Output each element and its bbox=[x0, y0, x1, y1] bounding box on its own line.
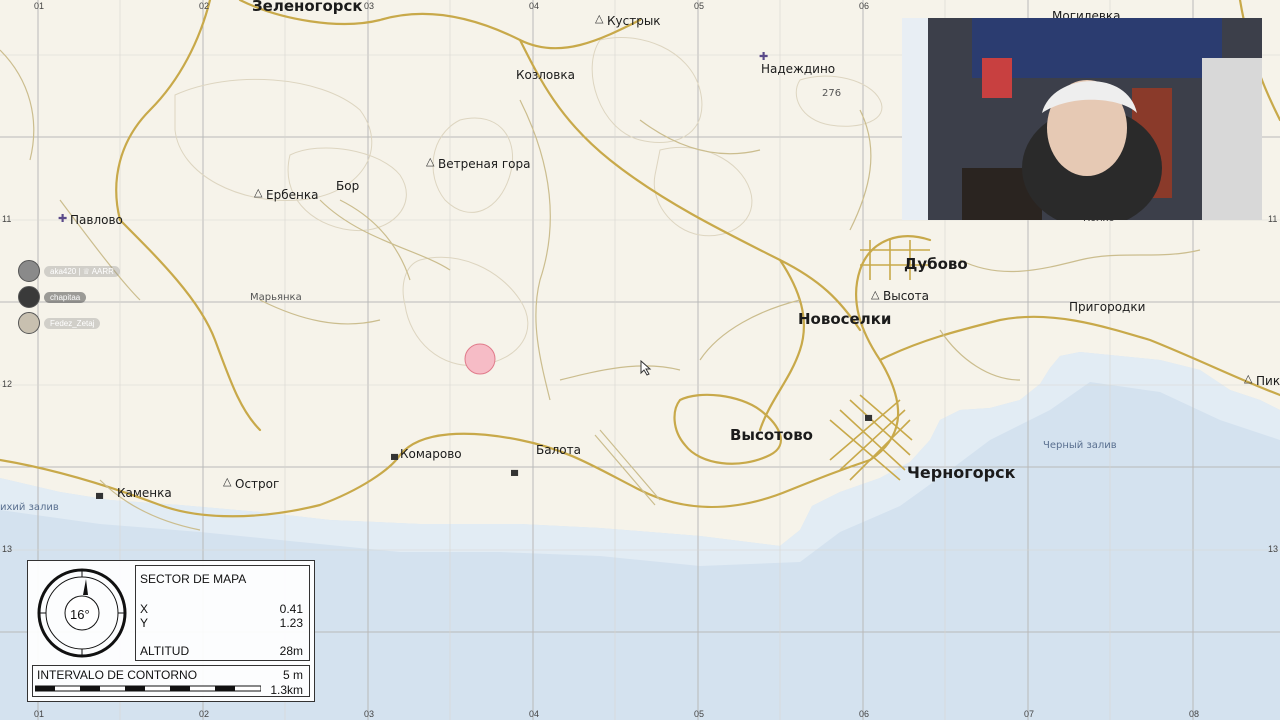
peak-icon: △ bbox=[1244, 373, 1253, 385]
party-member-name: chapitaa bbox=[44, 291, 87, 303]
bus-stop-icon: ▀ bbox=[391, 455, 399, 466]
scale-bar bbox=[35, 685, 261, 692]
party-member: chapitaa bbox=[18, 286, 120, 308]
town-erbenka: Ербенка bbox=[266, 188, 319, 202]
grid-col-02-top: 02 bbox=[199, 1, 210, 11]
grid-col-07-bottom: 07 bbox=[1024, 709, 1035, 719]
sector-title: SECTOR DE MAPA bbox=[140, 572, 247, 586]
town-zelenogorsk: Зеленогорск bbox=[252, 0, 363, 15]
grid-col-04-bottom: 04 bbox=[529, 709, 540, 719]
party-list: aka420 | ♕ AARR chapitaa Fedez_Zetaj bbox=[18, 260, 120, 338]
bus-stop-icon: ▀ bbox=[511, 471, 519, 482]
grid-row-13-left: 13 bbox=[2, 544, 13, 554]
avatar bbox=[18, 286, 40, 308]
peak-icon: △ bbox=[223, 476, 232, 488]
webcam-overlay bbox=[902, 18, 1262, 220]
town-balota: Балота bbox=[536, 443, 581, 457]
town-kozlovka: Козловка bbox=[516, 68, 575, 82]
peak-icon: △ bbox=[871, 289, 880, 301]
peak-icon: △ bbox=[426, 156, 435, 168]
water-cherny-zaliv: Черный залив bbox=[1043, 440, 1117, 451]
town-kamenka: Каменка bbox=[117, 486, 172, 500]
mouse-cursor-icon bbox=[640, 360, 652, 376]
altitude-label: ALTITUD bbox=[140, 644, 190, 658]
coord-x-label: X bbox=[140, 602, 149, 616]
town-vetrenaya-gora: Ветреная гора bbox=[438, 157, 531, 171]
town-dubovo: Дубово bbox=[904, 255, 968, 273]
altitude-value: 28m bbox=[279, 644, 303, 658]
town-maryanka: Марьянка bbox=[250, 292, 302, 303]
grid-col-03-top: 03 bbox=[364, 1, 375, 11]
peak-icon: △ bbox=[595, 13, 604, 25]
peak-icon: △ bbox=[254, 187, 263, 199]
avatar bbox=[18, 312, 40, 334]
town-novoselki: Новоселки bbox=[798, 310, 892, 328]
grid-row-12-left: 12 bbox=[2, 379, 13, 389]
grid-row-11-right: 11 bbox=[1268, 214, 1278, 224]
bus-stop-icon: ▀ bbox=[96, 494, 104, 505]
grid-col-04-top: 04 bbox=[529, 1, 540, 11]
game-screen: 01 02 03 04 05 06 01 02 03 04 05 06 07 0… bbox=[0, 0, 1280, 720]
town-vysota: Высота bbox=[883, 289, 929, 303]
streamer-webcam bbox=[902, 18, 1262, 220]
party-member-name: aka420 | ♕ AARR bbox=[44, 265, 120, 277]
grid-col-03-bottom: 03 bbox=[364, 709, 375, 719]
contour-value: 5 m bbox=[282, 668, 303, 682]
party-member: Fedez_Zetaj bbox=[18, 312, 120, 334]
bus-stop-icon: ▀ bbox=[865, 416, 873, 427]
town-prigorodki: Пригородки bbox=[1069, 300, 1146, 314]
grid-row-11-left: 11 bbox=[2, 214, 12, 224]
grid-col-01-top: 01 bbox=[34, 1, 45, 11]
grid-col-05-bottom: 05 bbox=[694, 709, 705, 719]
map-hud-panel: 16° SECTOR DE MAPA X 0.41 Y 1.23 ALTITUD… bbox=[27, 560, 315, 702]
grid-col-01-bottom: 01 bbox=[34, 709, 45, 719]
coord-x-row: X 0.41 bbox=[140, 602, 303, 616]
town-vysotovo: Высотово bbox=[730, 426, 813, 444]
party-member-name: Fedez_Zetaj bbox=[44, 317, 101, 329]
grid-col-05-top: 05 bbox=[694, 1, 705, 11]
contour-panel: INTERVALO DE CONTORNO 5 m 1.3km bbox=[32, 665, 310, 697]
grid-col-06-top: 06 bbox=[859, 1, 870, 11]
coord-y-label: Y bbox=[140, 616, 149, 630]
grid-col-06-bottom: 06 bbox=[859, 709, 870, 719]
avatar bbox=[18, 260, 40, 282]
water-tikhy-zaliv: ихий залив bbox=[0, 502, 59, 513]
coord-y-value: 1.23 bbox=[279, 616, 303, 630]
grid-col-02-bottom: 02 bbox=[199, 709, 210, 719]
town-nadezhdino: Надеждино bbox=[761, 62, 836, 76]
hospital-icon: ✚ bbox=[58, 213, 68, 225]
town-bor: Бор bbox=[336, 179, 360, 193]
town-komarovo: Комарово bbox=[400, 447, 462, 461]
sector-panel: SECTOR DE MAPA X 0.41 Y 1.23 ALTITUD 28m bbox=[135, 565, 310, 661]
party-member: aka420 | ♕ AARR bbox=[18, 260, 120, 282]
elevation-276: 276 bbox=[822, 88, 842, 99]
grid-col-08-bottom: 08 bbox=[1189, 709, 1200, 719]
town-pavlovo: Павлово bbox=[70, 213, 123, 227]
altitude-row: ALTITUD 28m bbox=[140, 644, 303, 658]
town-chernogorsk: Черногорск bbox=[907, 463, 1016, 482]
town-pik: Пик bbox=[1256, 374, 1280, 388]
contour-label: INTERVALO DE CONTORNO bbox=[37, 668, 198, 682]
coord-y-row: Y 1.23 bbox=[140, 616, 303, 630]
town-ostrog: Острог bbox=[235, 477, 280, 491]
coord-x-value: 0.41 bbox=[279, 602, 303, 616]
compass-heading: 16° bbox=[70, 607, 90, 622]
player-position-marker bbox=[464, 343, 496, 375]
scale-value: 1.3km bbox=[270, 683, 303, 697]
grid-row-13-right: 13 bbox=[1268, 544, 1279, 554]
town-kustryk: Кустрык bbox=[607, 14, 661, 28]
